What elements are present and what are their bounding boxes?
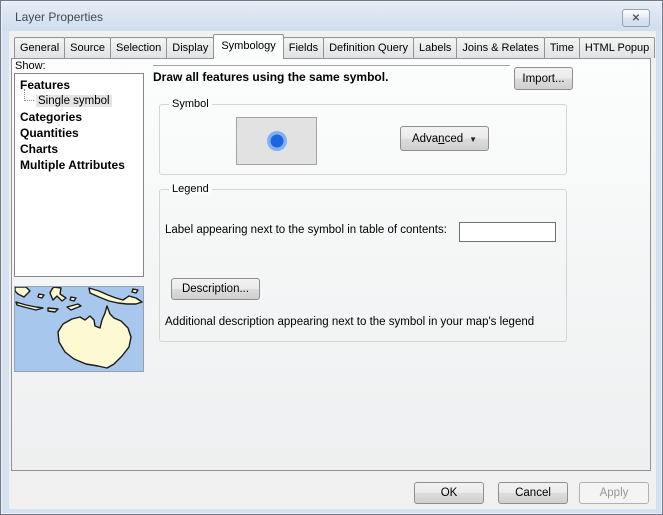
tree-item-charts[interactable]: Charts xyxy=(15,141,143,157)
tab-source[interactable]: Source xyxy=(64,37,111,58)
tab-strip: General Source Selection Display Symbolo… xyxy=(14,34,654,58)
layer-properties-dialog: Layer Properties ✕ General Source Select… xyxy=(0,0,663,515)
apply-button: Apply xyxy=(579,482,649,504)
import-button[interactable]: Import... xyxy=(514,67,573,90)
tree-item-features[interactable]: Features xyxy=(15,77,143,93)
advanced-dropdown-button[interactable]: Advanced ▼ xyxy=(400,126,489,151)
close-icon[interactable]: ✕ xyxy=(622,9,650,27)
tab-html-popup[interactable]: HTML Popup xyxy=(579,37,655,58)
show-tree-list[interactable]: Features Single symbol Categories Quanti… xyxy=(14,73,144,277)
tree-item-multiple-attributes[interactable]: Multiple Attributes xyxy=(15,157,143,173)
symbol-group-box: Symbol xyxy=(159,104,567,175)
tree-item-quantities[interactable]: Quantities xyxy=(15,125,143,141)
tab-general[interactable]: General xyxy=(14,37,65,58)
symbol-group-title: Symbol xyxy=(169,98,212,110)
tab-symbology[interactable]: Symbology xyxy=(213,34,283,59)
tab-labels[interactable]: Labels xyxy=(413,37,457,58)
description-button[interactable]: Description... xyxy=(171,278,260,300)
header-divider xyxy=(153,65,510,66)
point-symbol-icon xyxy=(265,129,289,153)
tab-time[interactable]: Time xyxy=(544,37,580,58)
legend-group-title: Legend xyxy=(169,183,212,195)
tab-joins-relates[interactable]: Joins & Relates xyxy=(456,37,544,58)
symbol-preview-button[interactable] xyxy=(236,117,317,165)
legend-label-text: Label appearing next to the symbol in ta… xyxy=(165,224,447,236)
tab-fields[interactable]: Fields xyxy=(283,37,324,58)
additional-description-text: Additional description appearing next to… xyxy=(165,316,534,328)
title-bar[interactable]: Layer Properties ✕ xyxy=(2,2,661,31)
tab-definition-query[interactable]: Definition Query xyxy=(323,37,414,58)
dialog-client-area: General Source Selection Display Symbolo… xyxy=(9,31,656,509)
renderer-description: Draw all features using the same symbol. xyxy=(153,70,388,84)
symbology-tab-page: Show: Features Single symbol Categories … xyxy=(11,58,651,471)
advanced-label: Advanced xyxy=(412,133,463,145)
chevron-down-icon: ▼ xyxy=(469,135,477,144)
legend-label-input[interactable] xyxy=(459,222,556,242)
tree-item-single-symbol[interactable]: Single symbol xyxy=(15,93,143,109)
tab-display[interactable]: Display xyxy=(166,37,214,58)
tree-connector xyxy=(24,89,34,101)
window-title: Layer Properties xyxy=(15,10,103,24)
cancel-button[interactable]: Cancel xyxy=(498,482,568,504)
tab-selection[interactable]: Selection xyxy=(110,37,167,58)
map-preview xyxy=(14,286,144,372)
tree-item-categories[interactable]: Categories xyxy=(15,109,143,125)
ok-button[interactable]: OK xyxy=(414,482,484,504)
show-label: Show: xyxy=(15,60,46,72)
map-preview-image xyxy=(15,287,143,371)
